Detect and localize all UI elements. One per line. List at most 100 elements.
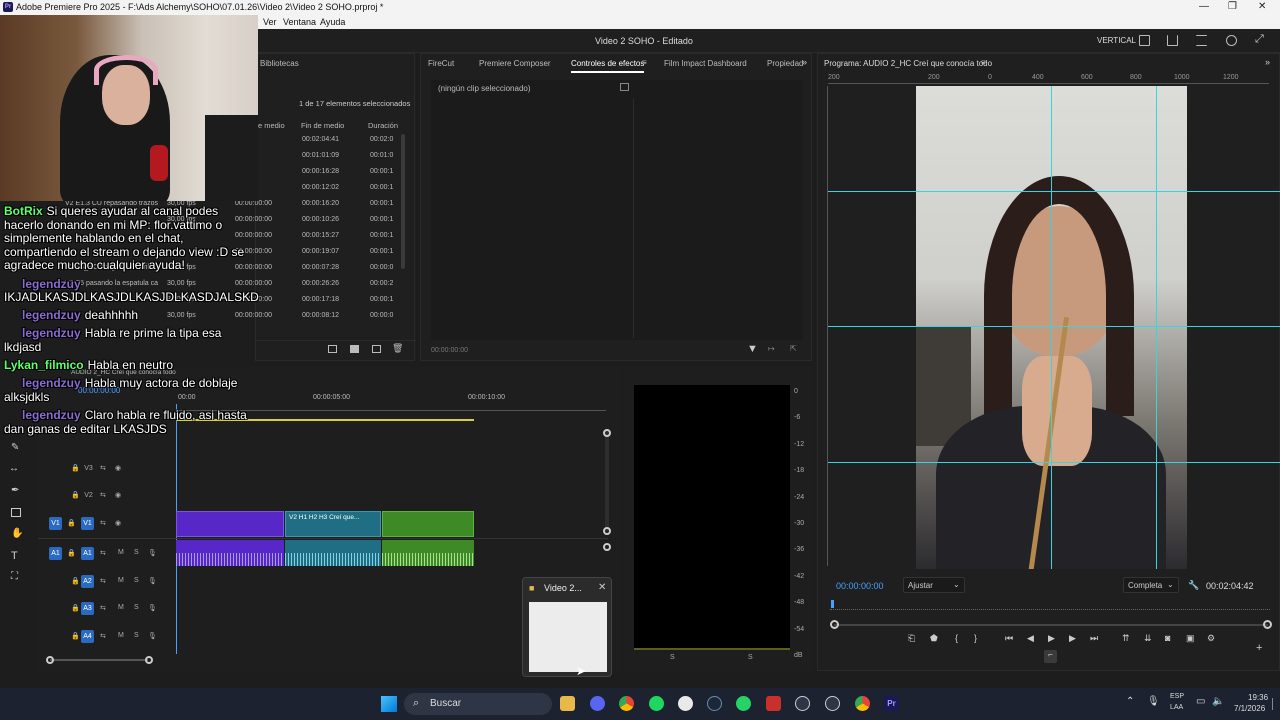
fit-dropdown[interactable]: Ajustar ⌄ [903,577,965,593]
guide-line[interactable] [1156,86,1157,569]
scroll-handle[interactable] [603,429,611,437]
chrome-icon[interactable] [619,696,634,711]
tab-firecut[interactable]: FireCut [428,59,454,68]
extract-icon[interactable]: ⇊ [1144,633,1152,644]
file-explorer-icon[interactable] [560,696,575,711]
lock-icon[interactable]: 🔒 [71,604,80,612]
track-a1[interactable]: A1 [81,547,94,560]
export-icon[interactable]: ↦ [768,344,775,353]
export-frame-icon[interactable]: ⇱ [790,344,797,353]
guide-line[interactable] [828,462,1280,463]
audio-clip[interactable] [382,540,474,566]
program-time-ruler[interactable] [830,602,1270,610]
go-to-in-icon[interactable]: ⏮ [1005,633,1013,644]
video-clip[interactable] [382,511,474,537]
project-row[interactable]: V2 E5 pasando la espatula ca 30,00 fps 00:… [65,277,405,293]
project-row[interactable]: 30,00 fps 00:00:00:00 00:00:08:12 00:00:0 [167,309,405,325]
filter-icon[interactable]: ▼ [747,343,758,355]
timeline-h-scroll[interactable] [50,659,148,661]
track-a2[interactable]: A2 [81,575,94,588]
text-tool-icon[interactable]: T [11,550,18,562]
marker-icon[interactable]: ⬟ [930,633,938,644]
obs-icon[interactable] [825,696,840,711]
solo-icon[interactable]: S [134,577,139,584]
rectangle-tool-icon[interactable] [11,508,21,517]
spotify-icon[interactable] [649,696,664,711]
settings-icon[interactable]: ⚙ [1207,633,1215,644]
camera-icon[interactable]: ◙ [1165,633,1170,643]
zoom-handle-left[interactable] [830,620,839,629]
solo-icon[interactable]: S [134,549,139,556]
ripple-tool-icon[interactable]: ↔ [9,463,19,474]
panel-toggle-icon[interactable] [620,83,629,91]
sync-icon[interactable]: ⇆ [100,491,106,499]
source-v1[interactable]: V1 [49,517,62,530]
minimize-icon[interactable]: — [1199,1,1209,12]
program-timecode[interactable]: 00:00:00:00 [836,581,884,591]
lift-icon[interactable]: ⇈ [1122,633,1130,644]
windows-start-icon[interactable] [381,696,397,712]
new-item-icon[interactable] [372,345,381,353]
mute-icon[interactable]: M [118,549,124,556]
project-row[interactable]: 30,00 fps 00:00:00:00 00:00:10:26 00:00:1 [167,213,405,229]
lock-icon[interactable]: 🔒 [71,491,80,499]
project-row[interactable]: 00:00:00:00 00:00:15:27 00:00:1 [235,229,405,245]
eye-icon[interactable]: ◉ [115,491,121,499]
track-a4[interactable]: A4 [81,630,94,643]
wrench-icon[interactable]: 🔧 [1188,580,1199,591]
play-icon[interactable]: ▶ [1048,633,1055,644]
comparison-icon[interactable]: ▣ [1186,633,1195,644]
solo-icon[interactable]: S [134,604,139,611]
scroll-handle[interactable] [46,656,54,664]
program-playhead[interactable] [831,600,834,608]
eye-icon[interactable]: ◉ [115,464,121,472]
project-row[interactable]: V2 E4_HC imagina un acrilic 30,00 fps 00:0… [65,261,405,277]
mark-in-icon[interactable]: { [955,633,958,643]
chevron-up-icon[interactable]: ⌃ [1126,696,1134,707]
scroll-handle[interactable] [145,656,153,664]
volume-icon[interactable]: 🔈 [1212,696,1224,707]
pen-tool-icon[interactable]: ✒ [11,485,19,496]
search-icon[interactable] [1226,35,1237,46]
mic-icon[interactable]: 🎙 [148,604,157,612]
safe-margins-icon[interactable]: ⌐ [1044,650,1057,663]
go-to-out-icon[interactable]: ⏭ [1090,633,1098,644]
project-row[interactable]: 00:0000:00:12:0200:00:1 [235,181,405,197]
workspace-label[interactable]: VERTICAL [1097,36,1136,45]
track-v3[interactable]: V3 [82,462,95,475]
scroll-handle[interactable] [603,527,611,535]
mute-icon[interactable]: M [118,632,124,639]
mute-icon[interactable]: M [118,577,124,584]
program-more-icon[interactable]: » [1265,57,1270,67]
channel-label[interactable]: S [670,654,675,661]
mic-icon[interactable]: 🎙 [148,577,157,585]
source-a1[interactable]: A1 [49,547,62,560]
project-row[interactable]: 30,00 fps 00:00:00:00 00:00:17:18 00:00:1 [167,293,405,309]
clock-date[interactable]: 7/1/2026 [1234,704,1265,713]
video-clip[interactable]: V2 H1 H2 H3 Creí que... [285,511,381,537]
menu-lines-icon[interactable] [1196,35,1207,46]
lock-icon[interactable]: 🔒 [71,577,80,585]
sync-icon[interactable]: ⇆ [100,632,106,640]
sync-icon[interactable]: ⇆ [100,577,106,585]
zoom-bar[interactable] [834,624,1268,626]
col-duration[interactable]: Duración [368,121,398,130]
quality-dropdown[interactable]: Completa ⌄ [1123,577,1179,593]
razor-tool-icon[interactable]: ✎ [11,442,19,453]
premiere-icon[interactable]: Pr [884,696,899,711]
lock-icon[interactable]: 🔒 [67,549,76,557]
close-icon[interactable]: ✕ [598,582,606,593]
step-back-icon[interactable]: ◀ [1027,633,1034,644]
discord-icon[interactable] [590,696,605,711]
audio-clip[interactable] [176,540,284,566]
folder-icon[interactable] [350,345,359,353]
sync-icon[interactable]: ⇆ [100,549,106,557]
mic-icon[interactable]: 🎙 [1147,696,1160,707]
col-start[interactable]: e medio [258,121,285,130]
share-icon[interactable] [1167,35,1178,46]
panel-layout-icon[interactable] [1139,35,1150,46]
program-menu-icon[interactable]: ≡ [981,58,986,67]
solo-icon[interactable]: S [134,632,139,639]
lang-primary[interactable]: ESP [1170,693,1184,700]
timeline-v-scroll[interactable] [605,431,609,531]
